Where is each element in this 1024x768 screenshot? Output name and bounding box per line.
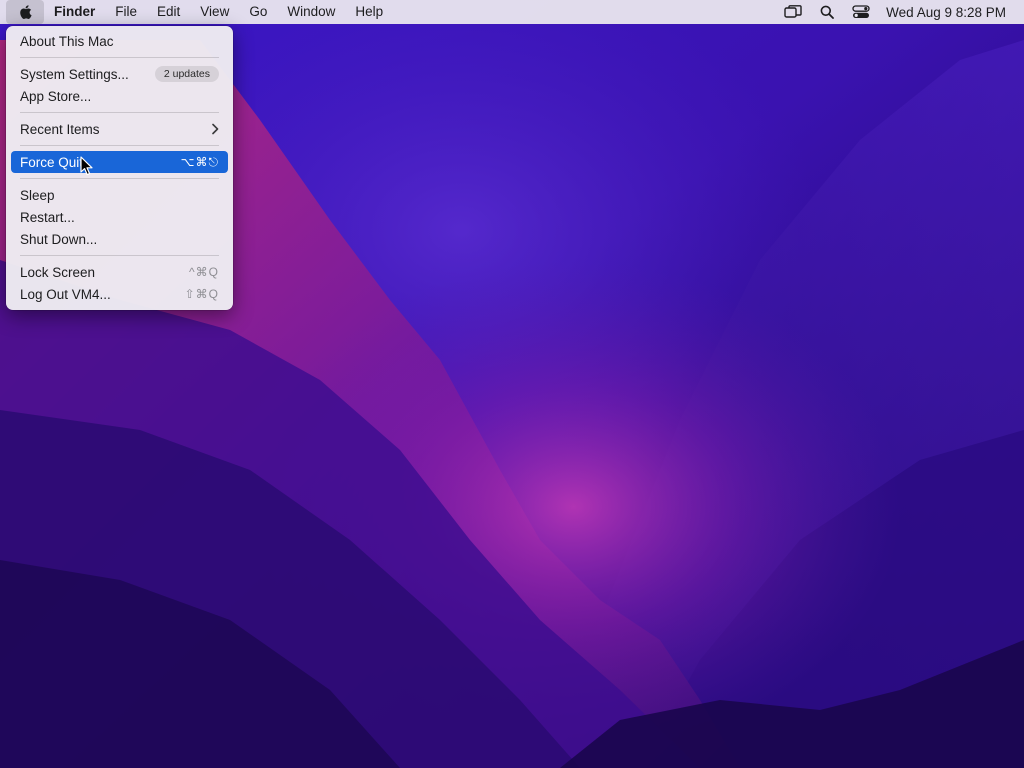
menu-item-about-this-mac[interactable]: About This Mac bbox=[11, 30, 228, 52]
menu-help[interactable]: Help bbox=[345, 0, 393, 24]
menu-item-log-out[interactable]: Log Out VM4... ⇧⌘Q bbox=[11, 283, 228, 305]
screen-mirroring-icon[interactable] bbox=[782, 0, 804, 24]
menu-item-sleep[interactable]: Sleep bbox=[11, 184, 228, 206]
mouse-pointer-icon bbox=[80, 156, 93, 176]
menu-item-shut-down[interactable]: Shut Down... bbox=[11, 228, 228, 250]
menu-item-label: Log Out VM4... bbox=[20, 286, 111, 302]
updates-badge: 2 updates bbox=[154, 66, 219, 82]
menu-item-label: About This Mac bbox=[20, 33, 114, 49]
apple-menu-dropdown: About This Mac System Settings... 2 upda… bbox=[6, 26, 233, 310]
menu-item-label: System Settings... bbox=[20, 66, 129, 82]
menu-bar-clock[interactable]: Wed Aug 9 8:28 PM bbox=[886, 5, 1006, 20]
menu-view[interactable]: View bbox=[190, 0, 239, 24]
menu-item-label: Lock Screen bbox=[20, 264, 96, 280]
menu-item-label: Shut Down... bbox=[20, 231, 98, 247]
control-center-icon[interactable] bbox=[850, 0, 872, 24]
menu-item-system-settings[interactable]: System Settings... 2 updates bbox=[11, 63, 228, 85]
search-icon[interactable] bbox=[816, 0, 838, 24]
menu-edit[interactable]: Edit bbox=[147, 0, 190, 24]
menu-window[interactable]: Window bbox=[277, 0, 345, 24]
menu-item-recent-items[interactable]: Recent Items bbox=[11, 118, 228, 140]
apple-logo-icon bbox=[20, 5, 32, 20]
menu-file[interactable]: File bbox=[105, 0, 147, 24]
menu-item-label: Force Quit bbox=[20, 154, 84, 170]
menu-separator bbox=[20, 178, 219, 179]
menu-separator bbox=[20, 255, 219, 256]
menu-go[interactable]: Go bbox=[239, 0, 277, 24]
menu-separator bbox=[20, 112, 219, 113]
app-name-menu[interactable]: Finder bbox=[44, 0, 105, 24]
apple-menu-button[interactable] bbox=[6, 0, 44, 24]
menu-item-force-quit[interactable]: Force Quit ⌥⌘⎋ bbox=[11, 151, 228, 173]
menu-item-app-store[interactable]: App Store... bbox=[11, 85, 228, 107]
menu-item-label: App Store... bbox=[20, 88, 92, 104]
desktop[interactable]: Finder File Edit View Go Window Help Wed… bbox=[0, 0, 1024, 768]
menu-separator bbox=[20, 145, 219, 146]
menu-item-label: Recent Items bbox=[20, 121, 100, 137]
menu-item-label: Sleep bbox=[20, 187, 55, 203]
menu-separator bbox=[20, 57, 219, 58]
keyboard-shortcut: ^⌘Q bbox=[189, 265, 219, 279]
keyboard-shortcut: ⌥⌘⎋ bbox=[180, 154, 219, 169]
menu-item-lock-screen[interactable]: Lock Screen ^⌘Q bbox=[11, 261, 228, 283]
chevron-right-icon bbox=[211, 123, 219, 135]
menu-item-label: Restart... bbox=[20, 209, 75, 225]
menu-bar: Finder File Edit View Go Window Help Wed… bbox=[0, 0, 1024, 24]
keyboard-shortcut: ⇧⌘Q bbox=[184, 287, 219, 301]
menu-item-restart[interactable]: Restart... bbox=[11, 206, 228, 228]
